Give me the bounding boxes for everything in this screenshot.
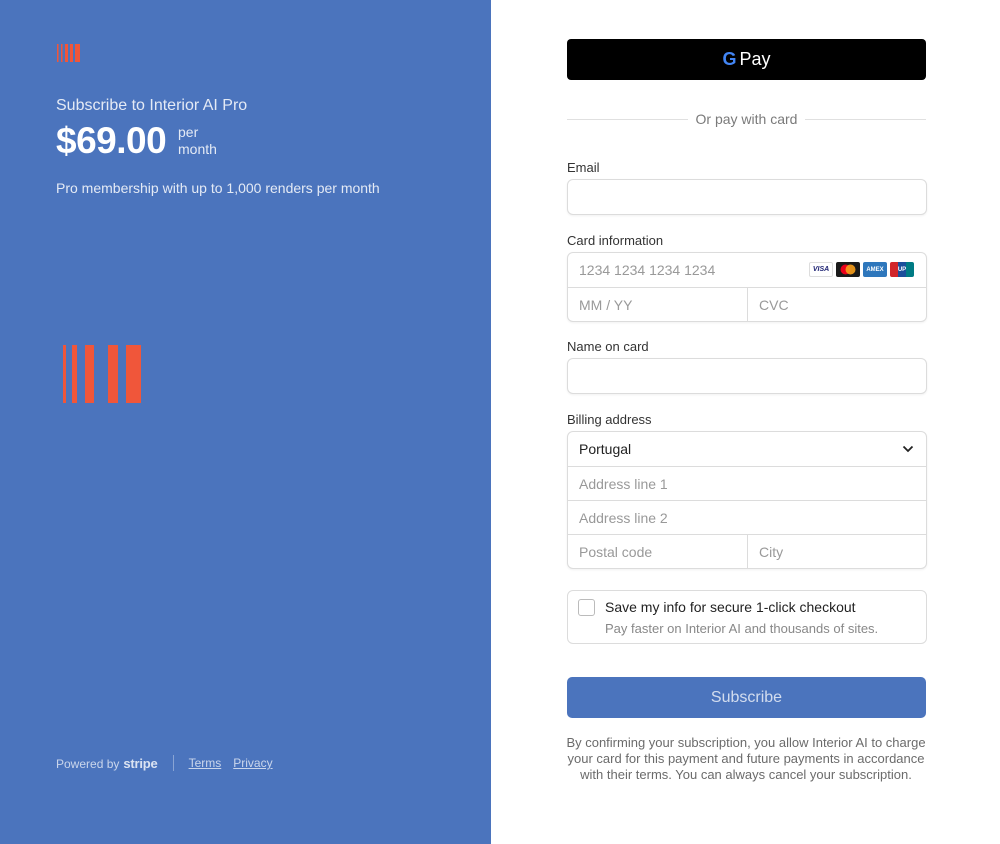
google-pay-label: Pay [739,49,771,69]
price-period-line2: month [178,141,217,157]
product-description: Pro membership with up to 1,000 renders … [56,180,380,196]
price-period: per month [178,124,217,158]
cvc-input[interactable]: CVC [748,288,927,322]
card-brand-icons: VISA AMEX UP [809,262,914,277]
divider-line-right [805,118,926,120]
google-pay-button[interactable]: G Pay [567,39,926,80]
expiry-input[interactable]: MM / YY [568,288,747,322]
subscribe-button[interactable]: Subscribe [567,677,926,718]
product-title: Subscribe to Interior AI Pro [56,97,248,114]
chevron-down-icon [902,445,914,453]
price-amount: $69.00 [56,120,167,161]
amex-icon: AMEX [863,262,887,277]
google-g-icon: G [722,49,737,69]
card-information-group: 1234 1234 1234 1234 VISA AMEX UP MM / YY… [567,252,927,322]
or-pay-with-card-text: Or pay with card [695,111,798,127]
visa-icon: VISA [809,262,833,277]
name-on-card-value [568,359,926,393]
save-info-subtitle: Pay faster on Interior AI and thousands … [605,621,879,636]
postal-code-input[interactable]: Postal code [568,535,747,569]
billing-address-group: Portugal Address line 1 Address line 2 P… [567,431,927,569]
powered-by-text: Powered by [56,756,120,771]
footer: Powered by stripe Terms Privacy [56,755,285,771]
save-info-checkbox[interactable] [578,599,595,616]
interior-ai-logo [57,44,80,62]
email-label: Email [567,160,600,175]
name-on-card-field[interactable] [567,358,927,394]
email-value [568,180,926,214]
product-image-logo [63,345,141,403]
terms-link[interactable]: Terms [189,756,222,770]
country-value: Portugal [579,441,632,457]
privacy-link[interactable]: Privacy [233,756,272,770]
unionpay-icon: UP [890,262,914,277]
payment-panel: G Pay Or pay with card Email Card inform… [491,0,1000,844]
city-input[interactable]: City [748,535,927,569]
or-divider: Or pay with card [567,110,926,128]
divider-line-left [567,118,688,120]
card-information-label: Card information [567,233,664,248]
price-period-line1: per [178,124,199,140]
billing-address-label: Billing address [567,412,652,427]
save-info-title: Save my info for secure 1-click checkout [605,599,856,615]
address-line-2-input[interactable]: Address line 2 [568,501,926,534]
country-select[interactable]: Portugal [568,432,926,466]
address-line-1-input[interactable]: Address line 1 [568,467,926,500]
mastercard-icon [836,262,860,277]
powered-by-stripe[interactable]: Powered by stripe [56,756,158,771]
order-summary-panel: Subscribe to Interior AI Pro $69.00 per … [0,0,491,844]
email-field[interactable] [567,179,927,215]
stripe-logo: stripe [123,755,158,771]
footer-divider [172,755,174,771]
save-info-box[interactable]: Save my info for secure 1-click checkout… [567,590,927,644]
name-on-card-label: Name on card [567,339,649,354]
legal-text: By confirming your subscription, you all… [566,735,926,782]
